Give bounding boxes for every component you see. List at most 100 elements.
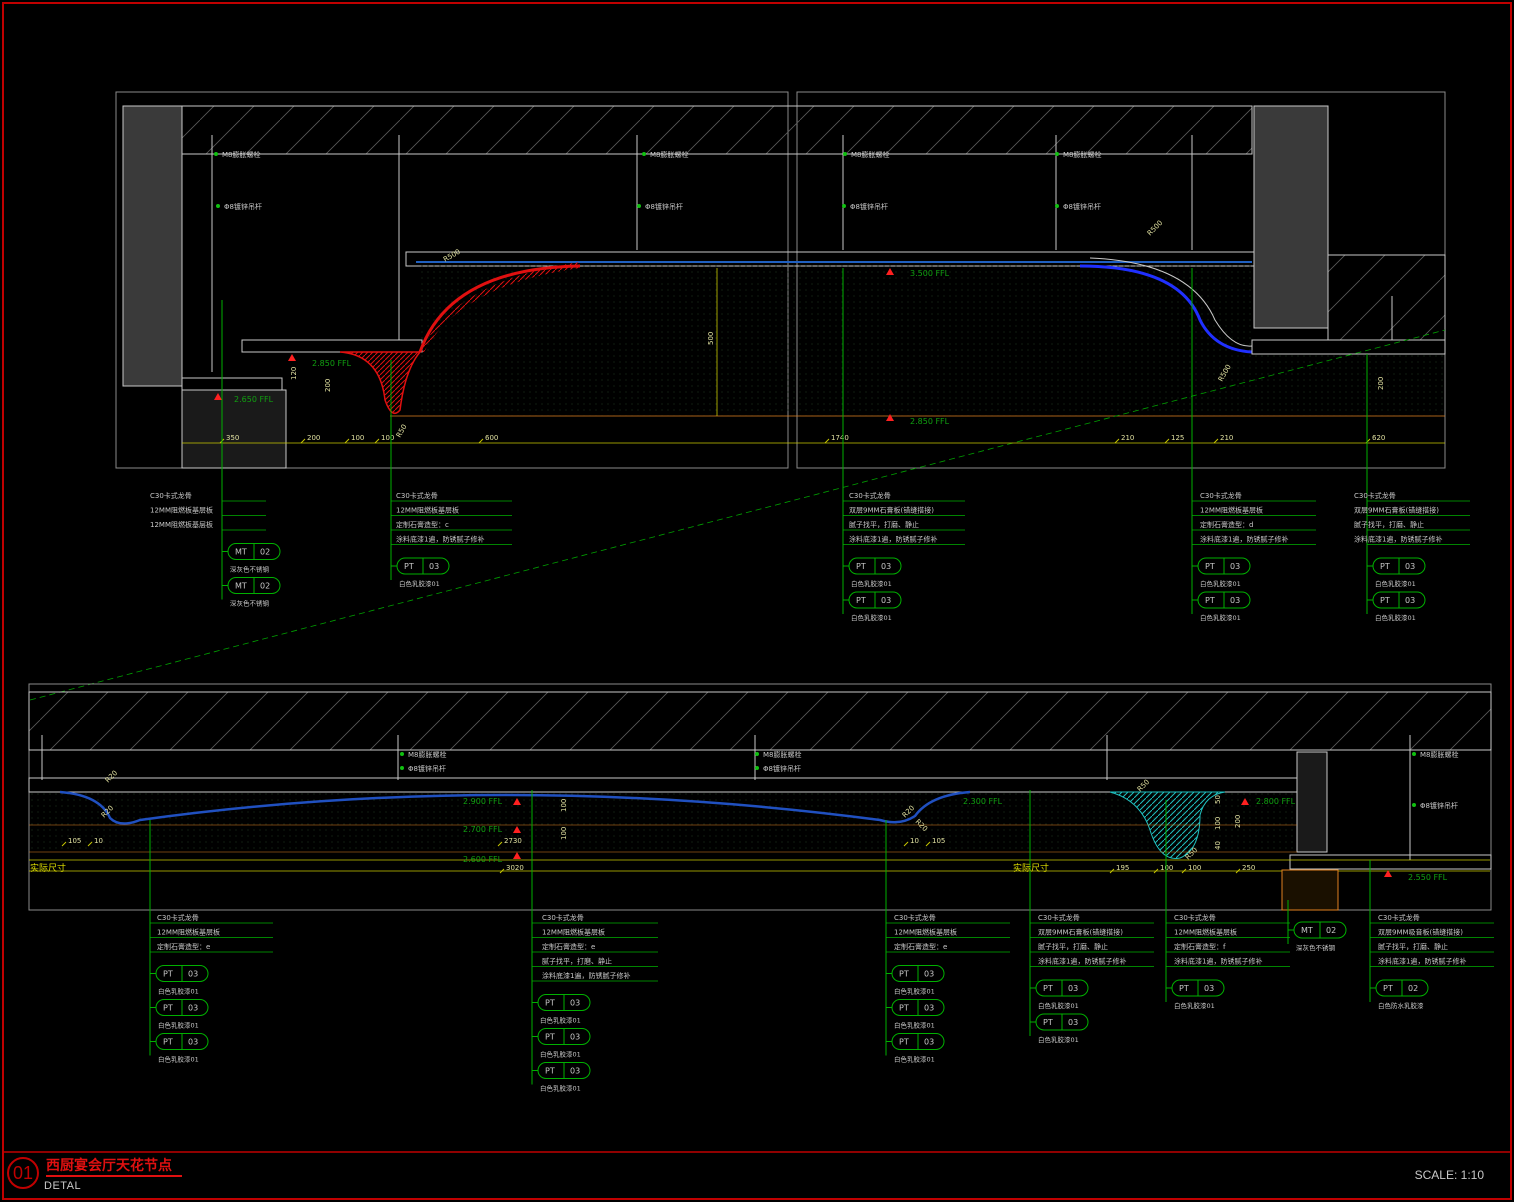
callout-line: 腻子找平，打磨、静止 bbox=[1378, 942, 1448, 951]
material-tag-note: 白色乳胶漆01 bbox=[1375, 579, 1416, 588]
material-tag: PT 03 bbox=[886, 965, 945, 982]
material-tag: PT 03 bbox=[150, 1033, 209, 1050]
hanger-note: Φ8镀锌吊杆 bbox=[1420, 801, 1458, 810]
material-tag: MT 02 bbox=[222, 577, 281, 594]
ceiling-detail-drawing: 350 200 100 100 600 1740 210 125 210 620 120 200 50… bbox=[28, 91, 1494, 1093]
callout-line: C30卡式龙骨 bbox=[849, 491, 891, 500]
material-tag-note: 白色乳胶漆01 bbox=[540, 1016, 581, 1025]
dimension-label: 210 bbox=[1121, 434, 1134, 442]
callout-line: C30卡式龙骨 bbox=[396, 491, 438, 500]
hanger-note-dot bbox=[843, 152, 847, 156]
callout-line: 12MM阻燃板基层板 bbox=[894, 928, 957, 937]
material-tag-note: 白色乳胶漆01 bbox=[540, 1050, 581, 1059]
sheet-subtitle: DETAL bbox=[44, 1180, 82, 1192]
hanger-note-dot bbox=[400, 766, 404, 770]
vertical-dimension-label: 100 bbox=[560, 799, 568, 812]
material-tag-note: 白色乳胶漆01 bbox=[158, 987, 199, 996]
sheet-number: 01 bbox=[7, 1157, 39, 1189]
callout-line: 涂料底漆1遍，防锈腻子修补 bbox=[396, 535, 484, 544]
hanger-note-dot bbox=[214, 152, 218, 156]
material-tag-note: 白色乳胶漆01 bbox=[1174, 1001, 1215, 1010]
material-tag: PT 03 bbox=[1030, 979, 1089, 997]
material-tag-number: 03 bbox=[881, 562, 891, 571]
material-tag-note: 白色乳胶漆01 bbox=[894, 987, 935, 996]
material-tag-code: PT bbox=[545, 1067, 555, 1076]
dimension-label: 105 bbox=[68, 837, 81, 845]
material-tag: PT 03 bbox=[391, 557, 450, 575]
actual-size-label-right: 实际尺寸 bbox=[1013, 862, 1049, 874]
dimension-label: 350 bbox=[226, 434, 239, 442]
dim-tick bbox=[300, 438, 306, 444]
material-tag-note: 白色乳胶漆01 bbox=[1038, 1035, 1079, 1044]
callout-line: 定制石膏造型：e bbox=[894, 942, 947, 951]
radius-label: R500 bbox=[1146, 219, 1165, 238]
hanger-note: M8膨胀螺栓 bbox=[1063, 150, 1102, 159]
material-tag-code: PT bbox=[1383, 984, 1393, 993]
sheet-scale: SCALE: 1:10 bbox=[1414, 1168, 1484, 1182]
hanger-note-dot bbox=[1055, 204, 1059, 208]
material-tag: PT 03 bbox=[843, 557, 902, 575]
callout-line: C30卡式龙骨 bbox=[1378, 913, 1420, 922]
material-tag-code: PT bbox=[545, 1033, 555, 1042]
callout-line: 12MM阻燃板基层板 bbox=[157, 928, 220, 937]
material-tag-code: PT bbox=[163, 970, 173, 979]
vertical-dimension-label: 500 bbox=[707, 332, 715, 345]
material-tag-note: 白色防水乳胶漆 bbox=[1378, 1001, 1424, 1010]
vertical-dimension-label: 200 bbox=[1377, 377, 1385, 390]
vertical-dimension-label: 200 bbox=[1234, 815, 1242, 828]
level-label: 2.600 FFL bbox=[463, 855, 503, 864]
material-tag-note: 白色乳胶漆01 bbox=[894, 1021, 935, 1030]
material-tag-code: PT bbox=[1380, 596, 1390, 605]
callout-line: 双层9MM石膏板(错缝搭接) bbox=[1038, 928, 1123, 937]
radius-label: R50 bbox=[1136, 778, 1151, 793]
callout-line: 涂料底漆1遍，防锈腻子修补 bbox=[1378, 957, 1466, 966]
material-tag-code: PT bbox=[1205, 562, 1215, 571]
material-tag-number: 03 bbox=[924, 970, 934, 979]
material-tag: PT 03 bbox=[150, 965, 209, 982]
callout-line: 12MM阻燃板基层板 bbox=[150, 520, 213, 529]
hanger-note-dot bbox=[1055, 152, 1059, 156]
material-tag: PT 03 bbox=[1166, 979, 1225, 997]
callout-line: 腻子找平，打磨、静止 bbox=[542, 957, 612, 966]
material-tag-number: 03 bbox=[570, 999, 580, 1008]
hanger-note-dot bbox=[216, 204, 220, 208]
dim-tick bbox=[1164, 438, 1170, 444]
callout-line: 涂料底漆1遍，防锈腻子修补 bbox=[1038, 957, 1126, 966]
callout-line: C30卡式龙骨 bbox=[1200, 491, 1242, 500]
dimension-label: 250 bbox=[1242, 864, 1255, 872]
dimension-label: 100 bbox=[1188, 864, 1201, 872]
material-tag-code: PT bbox=[1043, 1018, 1053, 1027]
material-tag-code: MT bbox=[235, 582, 247, 591]
hanger-note-dot bbox=[842, 204, 846, 208]
material-tag-code: PT bbox=[856, 562, 866, 571]
title-block bbox=[0, 1152, 1514, 1202]
material-tag-code: PT bbox=[545, 999, 555, 1008]
dim-tick bbox=[1213, 438, 1219, 444]
dimension-label: 100 bbox=[381, 434, 394, 442]
dim-tick bbox=[478, 438, 484, 444]
callout-line: 双层9MM吸音板(错缝搭接) bbox=[1378, 928, 1463, 937]
material-tag-number: 03 bbox=[570, 1067, 580, 1076]
callout-line: 涂料底漆1遍，防锈腻子修补 bbox=[542, 971, 630, 980]
material-tag-code: MT bbox=[1301, 926, 1313, 935]
material-tag: PT 03 bbox=[532, 1062, 591, 1079]
material-tag: PT 03 bbox=[886, 1033, 945, 1050]
material-tag-note: 白色乳胶漆01 bbox=[158, 1021, 199, 1030]
material-tag-number: 03 bbox=[1204, 984, 1214, 993]
material-tag: PT 03 bbox=[886, 999, 945, 1016]
radius-label: R50 bbox=[395, 423, 409, 439]
callout-line: C30卡式龙骨 bbox=[150, 491, 192, 500]
material-tag-code: PT bbox=[899, 1038, 909, 1047]
vertical-dimension-label: 40 bbox=[1214, 841, 1222, 850]
level-label: 2.650 FFL bbox=[234, 395, 274, 404]
callout-line: 双层9MM石膏板(错缝搭接) bbox=[1354, 506, 1439, 515]
dimension-label: 200 bbox=[307, 434, 320, 442]
material-tag-note: 白色乳胶漆01 bbox=[540, 1084, 581, 1093]
hanger-note-dot bbox=[400, 752, 404, 756]
material-tag-code: PT bbox=[404, 562, 414, 571]
material-tag-code: PT bbox=[1380, 562, 1390, 571]
hanger-note: Φ8镀锌吊杆 bbox=[1063, 202, 1101, 211]
material-tag-number: 02 bbox=[260, 582, 270, 591]
callout-line: 定制石膏造型：c bbox=[396, 520, 449, 529]
material-tag-number: 03 bbox=[1230, 562, 1240, 571]
